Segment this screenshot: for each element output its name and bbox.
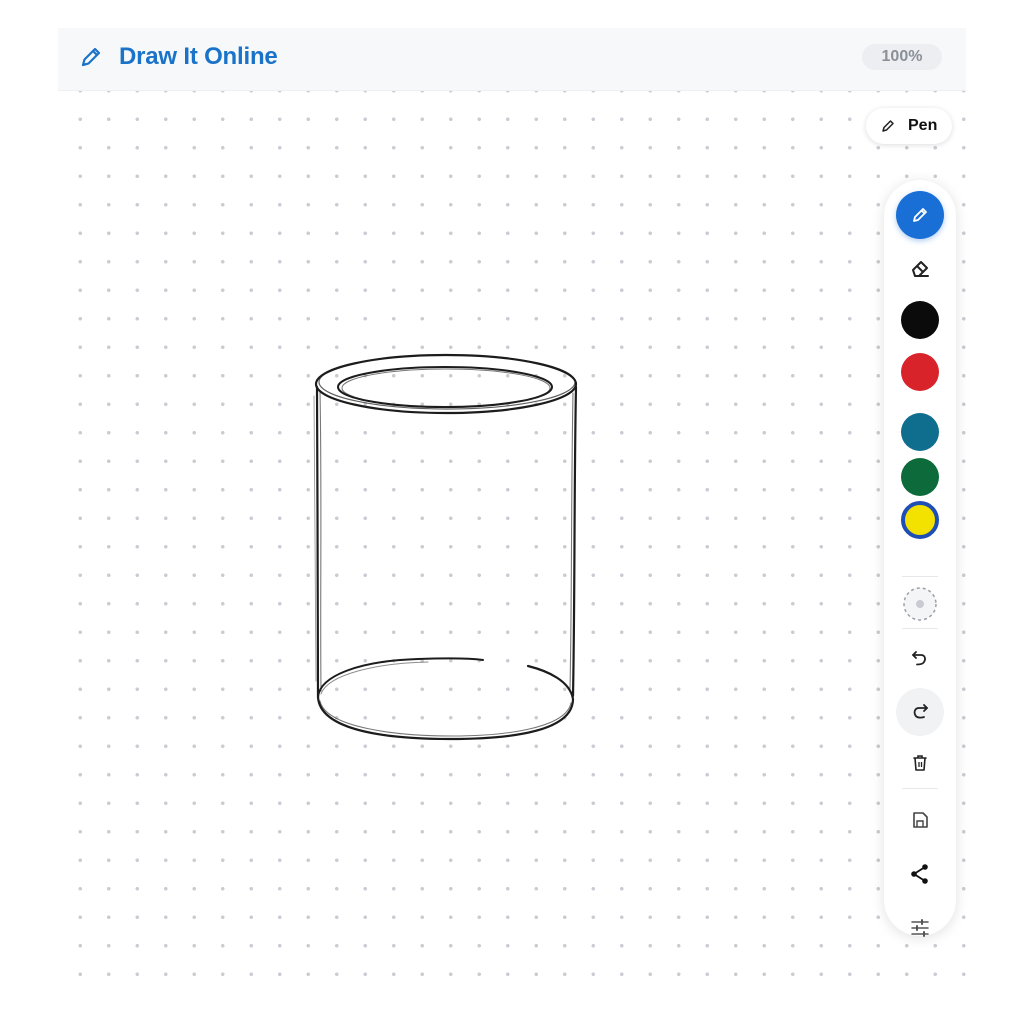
undo-icon: [912, 651, 926, 666]
clear-canvas-button[interactable]: [884, 745, 956, 781]
color-swatch-yellow[interactable]: [884, 500, 956, 540]
toolbar-divider: [902, 788, 938, 789]
toolbar-divider: [902, 628, 938, 629]
sliders-icon: [911, 919, 929, 937]
swatch-red: [901, 353, 939, 391]
eraser-tool-button[interactable]: [884, 250, 956, 286]
brush-size-button[interactable]: [884, 582, 956, 626]
brush-size-icon: [903, 587, 937, 621]
toolbar-divider: [902, 576, 938, 577]
swatch-green: [901, 458, 939, 496]
swatch-yellow: [901, 501, 939, 539]
color-swatch-teal[interactable]: [884, 412, 956, 452]
app-title: Draw It Online: [119, 43, 278, 70]
pencil-icon: [913, 208, 927, 222]
zoom-level[interactable]: 100%: [862, 44, 942, 70]
pen-tool-button[interactable]: [884, 190, 956, 240]
redo-hover-bg: [896, 688, 944, 736]
save-button[interactable]: [884, 802, 956, 838]
share-button[interactable]: [884, 856, 956, 892]
pen-tool-active-bg: [896, 191, 944, 239]
tool-palette: [884, 180, 956, 937]
drawing-canvas[interactable]: [58, 91, 966, 1000]
share-icon: [911, 864, 928, 884]
color-swatch-black[interactable]: [884, 300, 956, 340]
settings-button[interactable]: [884, 910, 956, 946]
cylinder-sketch: [313, 353, 578, 741]
redo-icon: [913, 704, 928, 719]
pencil-logo-icon: [81, 47, 101, 67]
eraser-icon: [912, 261, 929, 277]
trash-icon: [913, 755, 927, 771]
app-window: Draw It Online 100% Pen: [58, 28, 966, 1000]
header: Draw It Online 100%: [58, 28, 966, 91]
swatch-teal: [901, 413, 939, 451]
color-swatch-red[interactable]: [884, 352, 956, 392]
save-icon: [913, 812, 928, 828]
current-tool-label: Pen: [908, 117, 938, 134]
current-tool-indicator: Pen: [866, 108, 952, 144]
redo-button[interactable]: [884, 686, 956, 738]
color-swatch-green[interactable]: [884, 457, 956, 497]
undo-button[interactable]: [884, 638, 956, 678]
swatch-black: [901, 301, 939, 339]
pen-small-icon: [882, 120, 894, 132]
